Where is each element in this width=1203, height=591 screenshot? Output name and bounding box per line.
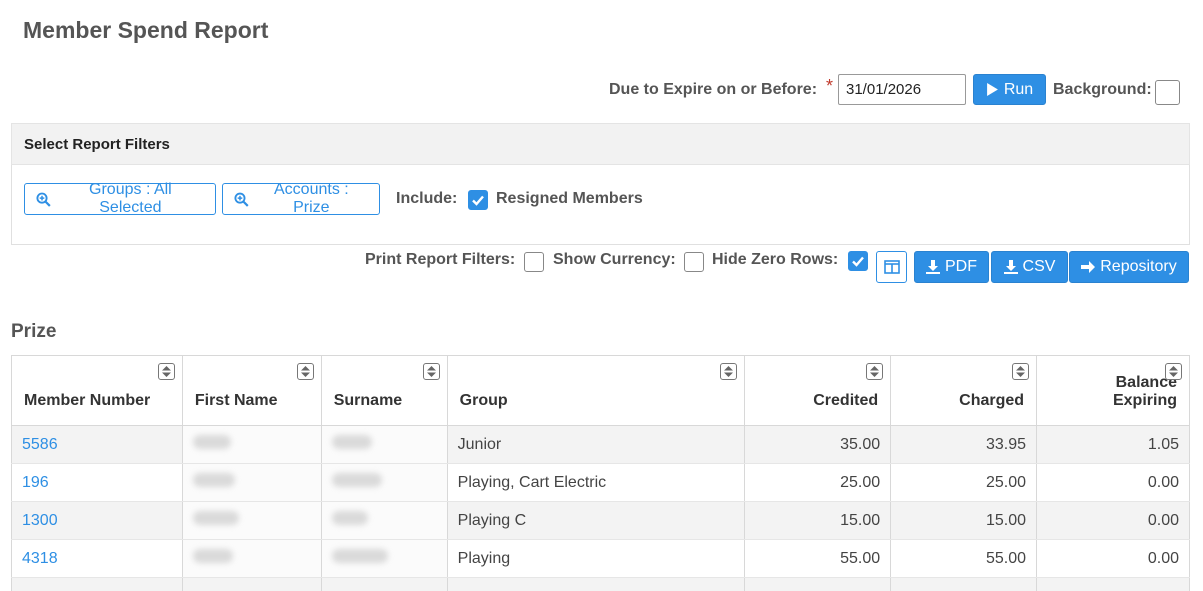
surname-cell-redacted — [320, 425, 448, 464]
background-checkbox[interactable] — [1155, 80, 1180, 105]
first-name-cell-redacted — [181, 501, 322, 540]
hide-zero-rows-label: Hide Zero Rows: — [712, 251, 839, 268]
first-name-cell-redacted — [181, 463, 322, 502]
columns-icon — [883, 260, 900, 274]
arrow-right-icon — [1081, 261, 1096, 273]
pdf-button-label: PDF — [945, 258, 977, 275]
sort-icon[interactable] — [296, 363, 314, 380]
print-filters-checkbox[interactable] — [524, 252, 544, 272]
column-header-member-number[interactable]: Member Number — [11, 355, 183, 426]
checkmark-icon — [472, 195, 484, 206]
resigned-members-label: Resigned Members — [496, 190, 643, 207]
run-button-label: Run — [1003, 80, 1034, 98]
first-name-cell-redacted — [181, 539, 322, 578]
zoom-in-icon — [234, 192, 249, 207]
balance-cell: 1.05 — [1036, 425, 1190, 464]
charged-cell: 33.95 — [890, 425, 1038, 464]
credited-cell: 35.00 — [744, 425, 892, 464]
group-cell: Playing, Cart Electric — [446, 463, 746, 502]
checkmark-icon — [852, 256, 864, 267]
filters-panel: Groups : All Selected Accounts : Prize I… — [11, 165, 1190, 245]
repository-button-label: Repository — [1100, 258, 1177, 275]
repository-button[interactable]: Repository — [1069, 251, 1189, 283]
sort-icon[interactable] — [720, 363, 738, 380]
charged-cell: 15.00 — [890, 501, 1038, 540]
print-filters-label: Print Report Filters: — [365, 251, 516, 268]
member-number-link[interactable]: 196 — [22, 474, 49, 491]
section-title: Prize — [11, 321, 57, 342]
member-number-link[interactable]: 1300 — [22, 512, 58, 529]
balance-cell: 0.00 — [1036, 539, 1190, 578]
accounts-filter-button[interactable]: Accounts : Prize — [222, 181, 380, 216]
page-title: Member Spend Report — [23, 17, 269, 43]
group-cell: Junior — [446, 425, 746, 464]
first-name-cell-redacted — [181, 425, 322, 464]
credited-cell: 25.00 — [744, 463, 892, 502]
expire-date-input[interactable] — [838, 74, 966, 105]
table-row: 1300 Playing C 15.00 15.00 0.00 — [11, 501, 1190, 540]
show-currency-checkbox[interactable] — [684, 252, 704, 272]
group-cell: Playing — [446, 539, 746, 578]
member-number-link[interactable]: 4318 — [22, 550, 58, 567]
table-row: 4318 Playing 55.00 55.00 0.00 — [11, 539, 1190, 578]
csv-export-button[interactable]: CSV — [991, 251, 1068, 283]
show-currency-label: Show Currency: — [553, 251, 676, 268]
member-number-link[interactable]: 5586 — [22, 436, 58, 453]
accounts-filter-label: Accounts : Prize — [274, 181, 349, 216]
report-table: Member Number First Name Surname Group C… — [11, 355, 1190, 591]
zoom-in-icon — [36, 192, 51, 207]
balance-cell: 0.00 — [1036, 501, 1190, 540]
required-marker: * — [826, 76, 834, 96]
run-button[interactable]: Run — [973, 74, 1046, 105]
columns-button[interactable] — [876, 251, 907, 283]
table-row: 5586 Junior 35.00 33.95 1.05 — [11, 425, 1190, 464]
table-header-row: Member Number First Name Surname Group C… — [11, 355, 1190, 426]
include-label: Include: — [396, 190, 458, 207]
sort-icon[interactable] — [1012, 363, 1030, 380]
pdf-export-button[interactable]: PDF — [914, 251, 989, 283]
expire-row: Due to Expire on or Before: * Run Backgr… — [0, 74, 1203, 106]
sort-icon[interactable] — [422, 363, 440, 380]
surname-cell-redacted — [320, 463, 448, 502]
download-icon — [926, 260, 940, 274]
report-options-row: Print Report Filters: Show Currency: Hid… — [0, 250, 1203, 284]
sort-icon[interactable] — [157, 363, 175, 380]
column-header-credited[interactable]: Credited — [744, 355, 892, 426]
table-row-partial — [11, 577, 1190, 591]
credited-cell: 15.00 — [744, 501, 892, 540]
column-header-group[interactable]: Group — [446, 355, 746, 426]
charged-cell: 25.00 — [890, 463, 1038, 502]
csv-button-label: CSV — [1022, 258, 1056, 275]
column-header-surname[interactable]: Surname — [320, 355, 448, 426]
column-header-charged[interactable]: Charged — [890, 355, 1038, 426]
credited-cell: 55.00 — [744, 539, 892, 578]
group-cell: Playing C — [446, 501, 746, 540]
sort-icon[interactable] — [1165, 363, 1182, 380]
surname-cell-redacted — [320, 539, 448, 578]
download-icon — [1003, 260, 1018, 274]
play-icon — [986, 83, 998, 96]
table-row: 196 Playing, Cart Electric 25.00 25.00 0… — [11, 463, 1190, 502]
surname-cell-redacted — [320, 501, 448, 540]
balance-cell: 0.00 — [1036, 463, 1190, 502]
resigned-members-checkbox[interactable] — [468, 190, 488, 210]
groups-filter-button[interactable]: Groups : All Selected — [24, 181, 216, 216]
background-label: Background: — [1053, 81, 1152, 98]
expire-date-label: Due to Expire on or Before: — [609, 81, 818, 98]
filters-header: Select Report Filters — [11, 123, 1190, 165]
column-header-first-name[interactable]: First Name — [181, 355, 322, 426]
hide-zero-rows-checkbox[interactable] — [848, 251, 868, 271]
column-header-balance-expiring[interactable]: Balance Expiring — [1036, 355, 1190, 426]
charged-cell: 55.00 — [890, 539, 1038, 578]
filters-header-title: Select Report Filters — [24, 136, 170, 153]
sort-icon[interactable] — [866, 363, 884, 380]
groups-filter-label: Groups : All Selected — [89, 181, 172, 216]
